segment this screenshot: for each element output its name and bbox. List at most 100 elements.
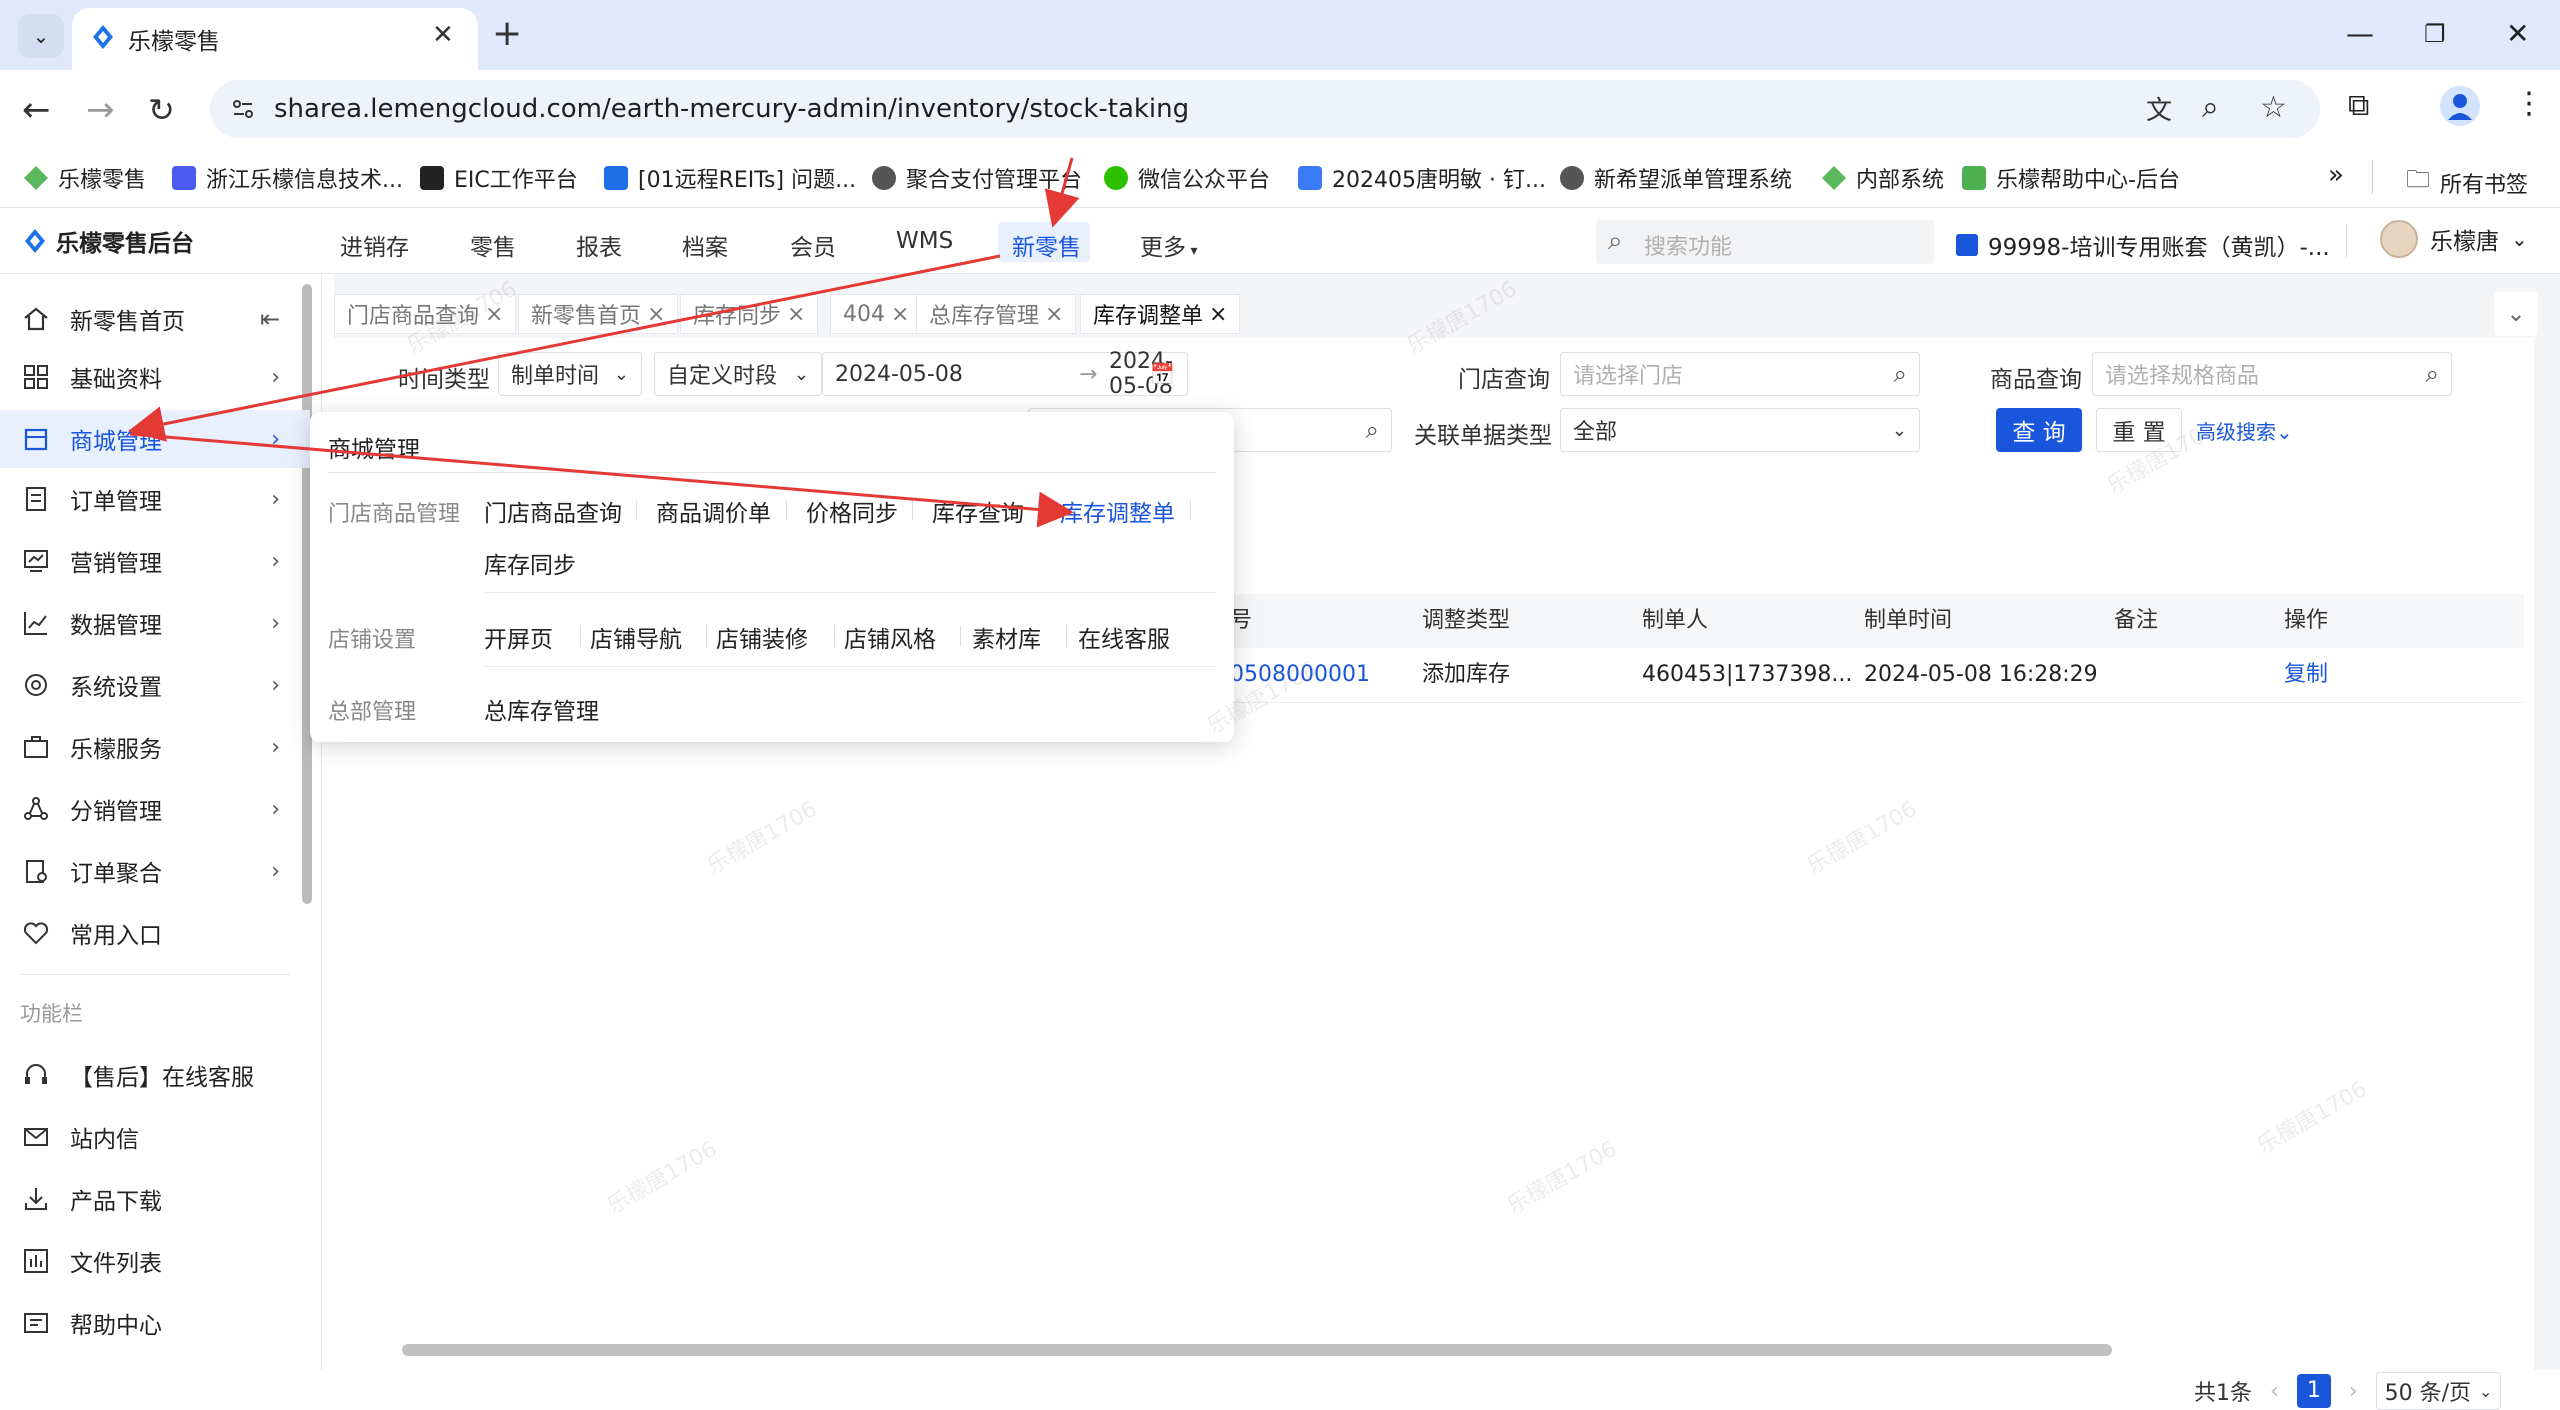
profile-avatar[interactable] xyxy=(2440,86,2480,126)
star-icon[interactable]: ☆ xyxy=(2260,90,2287,125)
advanced-search-link[interactable]: 高级搜索⌄ xyxy=(2196,416,2293,445)
tab-store-goods[interactable]: 门店商品查询 × xyxy=(334,294,517,334)
related-doc-select[interactable]: 全部 ⌄ xyxy=(1560,408,1920,452)
nav-lingshou[interactable]: 零售 xyxy=(470,228,516,262)
nav-xinlingshou[interactable]: 新零售 xyxy=(1012,228,1081,262)
close-icon[interactable]: × xyxy=(891,302,909,327)
forward-icon[interactable]: → xyxy=(86,88,115,132)
user-menu[interactable]: 乐檬唐 ⌄ xyxy=(2380,220,2528,258)
feature-search-input[interactable]: ⌕ 搜索功能 xyxy=(1596,220,1934,264)
flyout-link[interactable]: 总库存管理 xyxy=(484,692,599,726)
sidebar-item-basic-data[interactable]: 基础资料 › xyxy=(0,348,310,406)
tab-stock-adjust[interactable]: 库存调整单 × xyxy=(1080,294,1241,334)
bookmark-item[interactable]: 乐檬零售 xyxy=(24,162,146,194)
reset-button[interactable]: 重 置 xyxy=(2096,408,2182,452)
sidebar-item-order-aggregate[interactable]: 订单聚合 › xyxy=(0,842,310,900)
extensions-icon[interactable]: ⧉ xyxy=(2348,88,2369,123)
nav-wms[interactable]: WMS xyxy=(896,228,953,254)
tool-inbox[interactable]: 站内信 xyxy=(0,1108,310,1166)
bookmark-item[interactable]: [01远程REITs] 问题... xyxy=(604,162,856,194)
period-select[interactable]: 自定义时段 ⌄ xyxy=(654,352,822,396)
sidebar-item-data[interactable]: 数据管理 › xyxy=(0,594,310,652)
site-info-icon[interactable] xyxy=(230,96,256,122)
flyout-link[interactable]: 库存同步 xyxy=(484,546,576,580)
flyout-link-active[interactable]: 库存调整单 xyxy=(1060,494,1175,528)
browser-tab[interactable]: 乐檬零售 ✕ xyxy=(72,8,478,70)
flyout-link[interactable]: 门店商品查询 xyxy=(484,494,622,528)
tool-help-center[interactable]: 帮助中心 xyxy=(0,1294,310,1352)
restore-icon[interactable]: ❐ xyxy=(2424,14,2446,54)
nav-jinxiaocun[interactable]: 进销存 xyxy=(340,228,409,262)
collapse-sidebar-icon[interactable]: ⇤ xyxy=(260,305,280,333)
nav-baobiao[interactable]: 报表 xyxy=(576,228,622,262)
horizontal-scrollbar[interactable] xyxy=(402,1344,2112,1356)
doc-number-link[interactable]: 0508000001 xyxy=(1230,648,1370,702)
new-tab-icon[interactable]: + xyxy=(492,12,522,56)
close-icon[interactable]: × xyxy=(485,302,503,327)
close-icon[interactable]: × xyxy=(647,302,665,327)
bookmark-item[interactable]: 内部系统 xyxy=(1822,162,1944,194)
reload-icon[interactable]: ↻ xyxy=(148,88,175,132)
sidebar-item-home[interactable]: 新零售首页 ⇤ xyxy=(0,290,310,348)
flyout-link[interactable]: 素材库 xyxy=(972,620,1041,654)
close-icon[interactable]: ✕ xyxy=(432,20,454,50)
nav-dangan[interactable]: 档案 xyxy=(682,228,728,262)
tab-stock-sync[interactable]: 库存同步 × xyxy=(680,294,819,334)
next-page-icon[interactable]: › xyxy=(2349,1379,2358,1404)
page-number[interactable]: 1 xyxy=(2296,1374,2331,1408)
sidebar-item-service[interactable]: 乐檬服务 › xyxy=(0,718,310,776)
flyout-link[interactable]: 店铺风格 xyxy=(844,620,936,654)
tab-home[interactable]: 新零售首页 × xyxy=(518,294,679,334)
all-bookmarks[interactable]: 🗀 所有书签 xyxy=(2406,162,2528,203)
sidebar-item-distribution[interactable]: 分销管理 › xyxy=(0,780,310,838)
tool-online-service[interactable]: 【售后】在线客服 xyxy=(0,1046,310,1104)
flyout-link[interactable]: 开屏页 xyxy=(484,620,553,654)
bookmark-item[interactable]: 聚合支付管理平台 xyxy=(872,162,1082,194)
sidebar-item-favorites[interactable]: 常用入口 xyxy=(0,904,310,962)
window-close-icon[interactable]: ✕ xyxy=(2506,14,2529,54)
bookmark-item[interactable]: 乐檬帮助中心-后台 xyxy=(1962,162,2180,194)
back-icon[interactable]: ← xyxy=(22,88,51,132)
bookmarks-overflow-icon[interactable]: » xyxy=(2328,160,2344,190)
tab-search-button[interactable]: ⌄ xyxy=(18,14,64,58)
flyout-link[interactable]: 价格同步 xyxy=(806,494,898,528)
page-size-select[interactable]: 50 条/页 ⌄ xyxy=(2375,1372,2502,1410)
store-input[interactable]: 请选择门店 ⌕ xyxy=(1560,352,1920,396)
tabs-menu-button[interactable]: ⌄ xyxy=(2494,292,2538,336)
account-switcher[interactable]: 99998-培训专用账套（黄凯）-... xyxy=(1956,228,2330,262)
more-menu-icon[interactable]: ⋮ xyxy=(2514,86,2544,121)
bookmark-item[interactable]: 浙江乐檬信息技术... xyxy=(172,162,403,194)
tool-file-list[interactable]: 文件列表 xyxy=(0,1232,310,1290)
bookmark-item[interactable]: 新希望派单管理系统 xyxy=(1560,162,1792,194)
bookmark-item[interactable]: 微信公众平台 xyxy=(1104,162,1270,194)
flyout-link[interactable]: 商品调价单 xyxy=(656,494,771,528)
bookmark-item[interactable]: EIC工作平台 xyxy=(420,162,578,194)
query-button[interactable]: 查 询 xyxy=(1996,408,2082,452)
nav-huiyuan[interactable]: 会员 xyxy=(790,228,836,262)
sidebar-item-mall[interactable]: 商城管理 › xyxy=(0,410,310,468)
flyout-link[interactable]: 店铺装修 xyxy=(716,620,808,654)
translate-icon[interactable]: ⽂ xyxy=(2146,90,2172,127)
nav-more[interactable]: 更多 ▾ xyxy=(1140,228,1197,262)
flyout-link[interactable]: 库存查询 xyxy=(932,494,1024,528)
sidebar-item-settings[interactable]: 系统设置 › xyxy=(0,656,310,714)
tab-404[interactable]: 404 × xyxy=(830,294,923,334)
flyout-link[interactable]: 在线客服 xyxy=(1078,620,1170,654)
prev-page-icon[interactable]: ‹ xyxy=(2270,1379,2279,1404)
sidebar-item-orders[interactable]: 订单管理 › xyxy=(0,470,310,528)
close-icon[interactable]: × xyxy=(787,302,805,327)
flyout-link[interactable]: 店铺导航 xyxy=(590,620,682,654)
address-bar[interactable]: sharea.lemengcloud.com/earth-mercury-adm… xyxy=(210,80,2320,138)
time-type-select[interactable]: 制单时间 ⌄ xyxy=(498,352,642,396)
tool-download[interactable]: 产品下载 xyxy=(0,1170,310,1228)
copy-link[interactable]: 复制 xyxy=(2284,648,2328,702)
close-icon[interactable]: × xyxy=(1209,302,1227,327)
sidebar-item-marketing[interactable]: 营销管理 › xyxy=(0,532,310,590)
zoom-icon[interactable]: ⌕ xyxy=(2202,90,2219,125)
date-range-picker[interactable]: 2024-05-08 → 2024-05-08 📅 xyxy=(822,349,1188,399)
url-text[interactable]: sharea.lemengcloud.com/earth-mercury-adm… xyxy=(274,94,1189,124)
app-logo[interactable]: 乐檬零售后台 xyxy=(22,224,194,258)
close-icon[interactable]: × xyxy=(1045,302,1063,327)
goods-input[interactable]: 请选择规格商品 ⌕ xyxy=(2092,352,2452,396)
bookmark-item[interactable]: 202405唐明敏 · 钉... xyxy=(1298,162,1546,194)
